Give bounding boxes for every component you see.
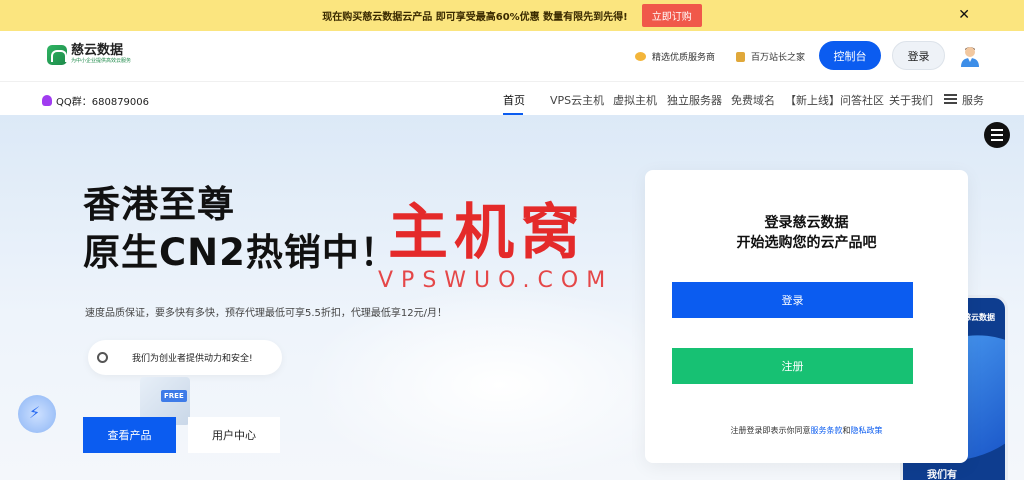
free-badge: FREE [161,390,187,402]
watermark-url: VPSWUO.COM [378,268,614,293]
menu-icon[interactable] [944,94,957,104]
lightning-icon [18,395,56,433]
order-now-button[interactable]: 立即订购 [641,4,702,27]
book-icon [736,51,745,62]
watermark-text: 主机窝 [388,198,586,268]
header-login-button[interactable]: 登录 [892,41,945,70]
close-icon[interactable]: ✕ [958,7,970,23]
phone-text: 我们有 [927,470,957,480]
login-card: 登录慈云数据 开始选购您的云产品吧 登录 注册 注册登录即表示你同意服务条款和隐… [645,170,968,463]
nav-item-free-domain[interactable]: 免费域名 [731,92,775,108]
promo-bar: 现在购买慈云数据云产品 即可享受最高60%优惠 数量有限先到先得! 立即订购 ✕ [0,0,1024,31]
promo-text: 现在购买慈云数据云产品 即可享受最高60%优惠 数量有限先到先得! [322,12,628,23]
webmaster-home-link[interactable]: 百万站长之家 [736,50,805,63]
user-center-button[interactable]: 用户中心 [188,417,280,453]
hero-title-line1: 香港至尊 [83,183,235,226]
logo-name: 慈云数据 [71,43,124,58]
nav-item-services[interactable]: 服务 [962,92,984,108]
card-subtitle: 开始选购您的云产品吧 [736,235,877,251]
card-title: 登录慈云数据 [764,215,849,231]
hero-section: 香港至尊 原生CN2热销中！ 速度品质保证，要多快有多快，预存代理最低可享5.5… [0,115,1024,480]
featured-providers-link[interactable]: 精选优质服务商 [635,50,715,63]
nav-item-dedicated-server[interactable]: 独立服务器 [667,92,722,108]
qq-icon [42,95,52,106]
hero-description: 速度品质保证，要多快有多快，预存代理最低可享5.5折扣，代理最低享12元/月！ [85,308,447,319]
slogan-text: 我们为创业者提供动力和安全! [132,354,253,364]
hero-title-line2: 原生CN2热销中！ [83,231,398,274]
qq-group[interactable]: QQ群：680879006 [42,93,149,108]
nav-item-home[interactable]: 首页 [503,92,525,108]
nav-item-qa-community[interactable]: 【新上线】问答社区 [785,92,884,108]
refresh-icon [97,352,108,363]
privacy-policy-link[interactable]: 隐私政策 [851,426,883,435]
nav-item-virtual-host[interactable]: 虚拟主机 [613,92,657,108]
card-login-button[interactable]: 登录 [672,282,913,318]
coins-icon [635,52,646,61]
view-products-button[interactable]: 查看产品 [83,417,176,453]
terms-note: 注册登录即表示你同意服务条款和隐私政策 [730,426,883,435]
sliders-icon[interactable] [984,122,1010,148]
slogan-pill: 我们为创业者提供动力和安全! [88,340,282,375]
nav-item-vps[interactable]: VPS云主机 [550,92,604,108]
logo-tagline: 为中小企业提供高效云服务 [71,58,132,64]
terms-of-service-link[interactable]: 服务条款 [811,426,843,435]
console-button[interactable]: 控制台 [819,41,881,70]
logo[interactable]: 慈云数据 为中小企业提供高效云服务 [47,44,131,65]
main-nav: QQ群：680879006 首页 VPS云主机 虚拟主机 独立服务器 免费域名 … [0,81,1024,116]
avatar[interactable] [958,43,982,67]
site-header: 慈云数据 为中小企业提供高效云服务 精选优质服务商 百万站长之家 控制台 登录 [0,31,1024,81]
nav-item-about[interactable]: 关于我们 [889,92,933,108]
register-button[interactable]: 注册 [672,348,913,384]
logo-icon [47,44,67,65]
